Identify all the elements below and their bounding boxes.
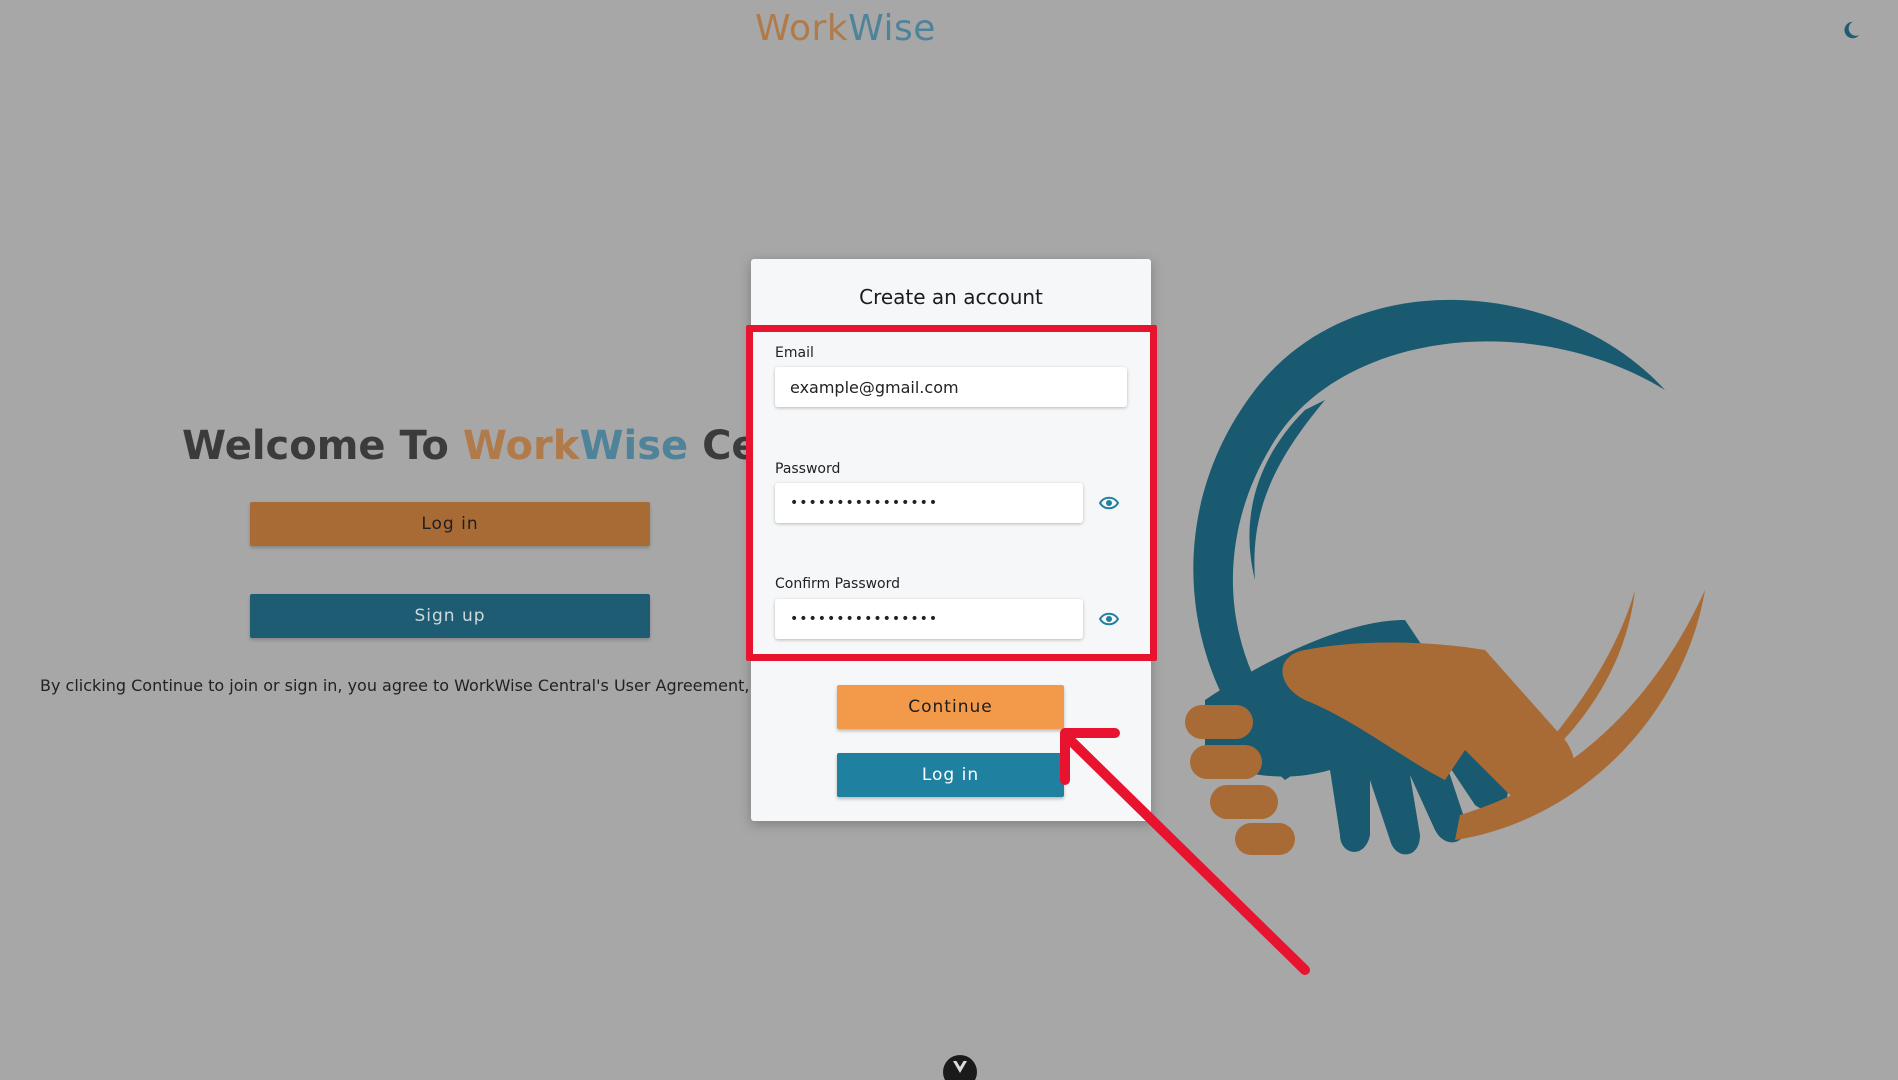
landing-signup-button[interactable]: Sign up [250, 594, 650, 638]
landing-login-button[interactable]: Log in [250, 502, 650, 546]
continue-button[interactable]: Continue [837, 685, 1064, 729]
logo-work-text: Work [755, 8, 849, 49]
modal-login-button[interactable]: Log in [837, 753, 1064, 797]
annotation-arrow [1060, 728, 1310, 975]
logo-wise-text: Wise [848, 8, 936, 49]
modal-title: Create an account [859, 285, 1043, 309]
header-logo[interactable]: WorkWise [755, 8, 936, 49]
moon-icon[interactable] [1840, 19, 1862, 41]
terms-text: By clicking Continue to join or sign in,… [40, 676, 837, 695]
annotation-highlight-box [746, 325, 1157, 661]
vue-logo-icon[interactable] [943, 1055, 977, 1080]
